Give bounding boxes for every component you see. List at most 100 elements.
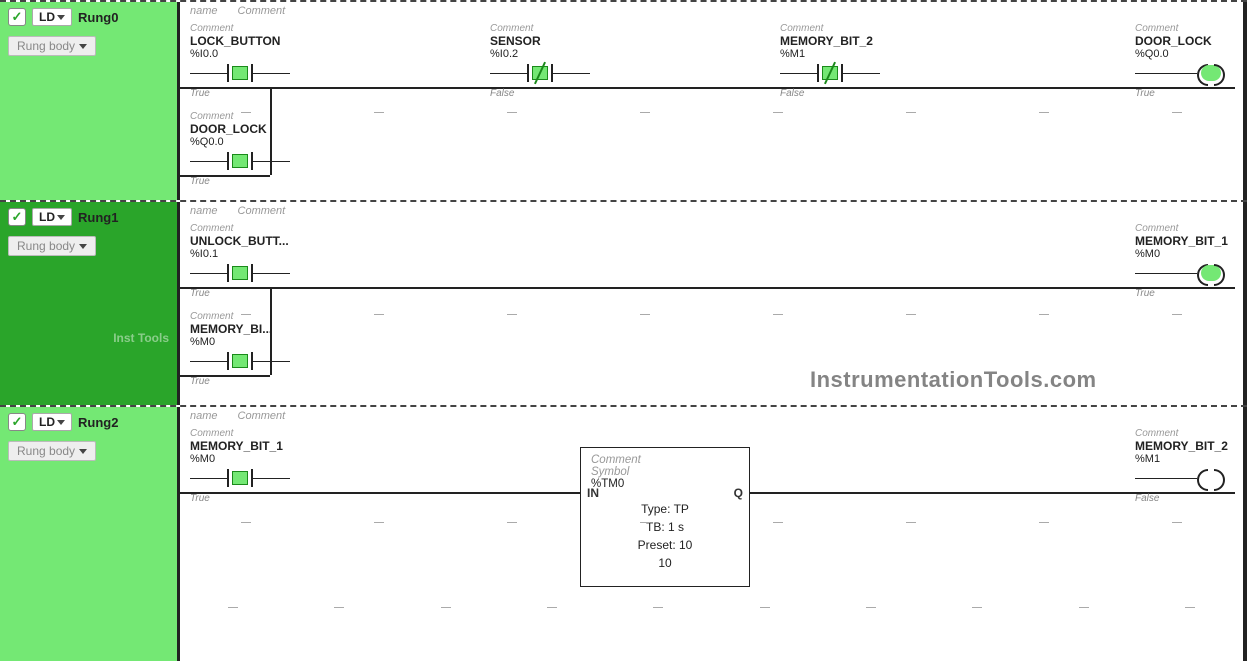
rung-2: ✓ LD Rung2 Rung body name Comment Commen…	[0, 405, 1247, 661]
chevron-down-icon	[57, 215, 65, 220]
coil-state: True	[1135, 88, 1245, 99]
contact-addr: %I0.2	[490, 48, 600, 60]
timer-type: TP	[674, 502, 689, 516]
contact-comment: Comment	[190, 224, 300, 234]
contact-symbol: MEMORY_BIT_1	[190, 439, 300, 453]
timer-count: 10	[591, 554, 739, 572]
nc-contact-icon	[490, 62, 590, 84]
contact-symbol: MEMORY_BIT_2	[780, 34, 890, 48]
rung-1: ✓ LD Rung1 Rung body Inst Tools name Com…	[0, 200, 1247, 405]
timer-tb: 1 s	[668, 520, 684, 534]
rungbody-label: Rung body	[17, 444, 75, 458]
rungbody-dropdown[interactable]: Rung body	[8, 441, 96, 461]
rung-body[interactable]: name Comment Comment MEMORY_BIT_1 %M0 Tr…	[180, 407, 1247, 661]
check-icon: ✓	[8, 8, 26, 26]
contact-memory-bit-1[interactable]: Comment MEMORY_BIT_1 %M0 True	[190, 429, 300, 504]
no-contact-icon	[190, 350, 290, 372]
header-name: name	[190, 5, 218, 17]
coil-icon	[1135, 262, 1225, 284]
contact-comment: Comment	[190, 112, 300, 122]
contact-addr: %Q0.0	[190, 136, 300, 148]
coil-state: False	[1135, 493, 1245, 504]
contact-state: True	[190, 288, 300, 299]
ld-label: LD	[39, 210, 55, 224]
timer-comment: Comment	[591, 454, 739, 466]
coil-icon	[1135, 62, 1225, 84]
contact-addr: %I0.0	[190, 48, 300, 60]
timer-in-port: IN	[587, 486, 599, 500]
watermark: InstrumentationTools.com	[810, 367, 1097, 393]
contact-symbol: LOCK_BUTTON	[190, 34, 300, 48]
coil-symbol: MEMORY_BIT_1	[1135, 234, 1245, 248]
header-comment: Comment	[238, 205, 286, 217]
coil-comment: Comment	[1135, 224, 1245, 234]
ld-label: LD	[39, 415, 55, 429]
rung-sidebar: ✓ LD Rung0 Rung body	[0, 2, 180, 200]
timer-symbol-label: Symbol	[591, 466, 739, 478]
header-comment: Comment	[238, 5, 286, 17]
nc-contact-icon	[780, 62, 880, 84]
contact-symbol: UNLOCK_BUTT...	[190, 234, 300, 248]
chevron-down-icon	[57, 15, 65, 20]
inst-tools-watermark: Inst Tools	[113, 331, 169, 345]
contact-state: True	[190, 493, 300, 504]
contact-comment: Comment	[780, 24, 890, 34]
rung-body[interactable]: name Comment Comment UNLOCK_BUTT... %I0.…	[180, 202, 1247, 405]
check-icon: ✓	[8, 413, 26, 431]
coil-comment: Comment	[1135, 429, 1245, 439]
contact-comment: Comment	[190, 312, 300, 322]
coil-door-lock[interactable]: Comment DOOR_LOCK %Q0.0 True	[1135, 24, 1245, 99]
contact-symbol: SENSOR	[490, 34, 600, 48]
contact-addr: %I0.1	[190, 248, 300, 260]
rungbody-label: Rung body	[17, 239, 75, 253]
timer-preset: 10	[679, 538, 692, 552]
contact-lock-button[interactable]: Comment LOCK_BUTTON %I0.0 True	[190, 24, 300, 99]
header-comment: Comment	[238, 410, 286, 422]
coil-state: True	[1135, 288, 1245, 299]
rungbody-dropdown[interactable]: Rung body	[8, 36, 96, 56]
ld-dropdown[interactable]: LD	[32, 8, 72, 26]
rung-title: Rung0	[78, 10, 118, 25]
coil-memory-bit-2[interactable]: Comment MEMORY_BIT_2 %M1 False	[1135, 429, 1245, 504]
ld-dropdown[interactable]: LD	[32, 413, 72, 431]
timer-addr: %TM0	[591, 478, 739, 490]
contact-door-lock[interactable]: Comment DOOR_LOCK %Q0.0 True	[190, 112, 300, 187]
rung-body[interactable]: name Comment Comment LOCK_BUTTON %I0.0 T…	[180, 2, 1247, 200]
rung-sidebar: ✓ LD Rung2 Rung body	[0, 407, 180, 661]
contact-state: True	[190, 88, 300, 99]
grid-row	[180, 314, 1243, 315]
rung-header-row: name Comment	[180, 2, 1243, 20]
rungbody-label: Rung body	[17, 39, 75, 53]
contact-memory-bit[interactable]: Comment MEMORY_BI... %M0 True	[190, 312, 300, 387]
rung-sidebar: ✓ LD Rung1 Rung body Inst Tools	[0, 202, 180, 405]
coil-symbol: DOOR_LOCK	[1135, 34, 1245, 48]
coil-addr: %M0	[1135, 248, 1245, 260]
rungbody-dropdown[interactable]: Rung body	[8, 236, 96, 256]
timer-q-port: Q	[734, 486, 743, 500]
header-name: name	[190, 205, 218, 217]
coil-symbol: MEMORY_BIT_2	[1135, 439, 1245, 453]
chevron-down-icon	[79, 244, 87, 249]
header-name: name	[190, 410, 218, 422]
coil-memory-bit-1[interactable]: Comment MEMORY_BIT_1 %M0 True	[1135, 224, 1245, 299]
timer-block[interactable]: IN Q Comment Symbol %TM0 Type: TP TB: 1 …	[580, 447, 750, 587]
contact-state: True	[190, 376, 300, 387]
contact-memory-bit-2[interactable]: Comment MEMORY_BIT_2 %M1 False	[780, 24, 890, 99]
coil-addr: %Q0.0	[1135, 48, 1245, 60]
contact-unlock-button[interactable]: Comment UNLOCK_BUTT... %I0.1 True	[190, 224, 300, 299]
no-contact-icon	[190, 467, 290, 489]
no-contact-icon	[190, 150, 290, 172]
check-icon: ✓	[8, 208, 26, 226]
timer-preset-label: Preset:	[638, 538, 676, 552]
contact-symbol: MEMORY_BI...	[190, 322, 300, 336]
chevron-down-icon	[79, 44, 87, 49]
contact-sensor[interactable]: Comment SENSOR %I0.2 False	[490, 24, 600, 99]
chevron-down-icon	[57, 420, 65, 425]
ld-dropdown[interactable]: LD	[32, 208, 72, 226]
wire	[180, 87, 1235, 89]
contact-addr: %M0	[190, 453, 300, 465]
wire	[180, 287, 1235, 289]
contact-symbol: DOOR_LOCK	[190, 122, 300, 136]
contact-state: False	[780, 88, 890, 99]
grid-row	[180, 607, 1243, 608]
